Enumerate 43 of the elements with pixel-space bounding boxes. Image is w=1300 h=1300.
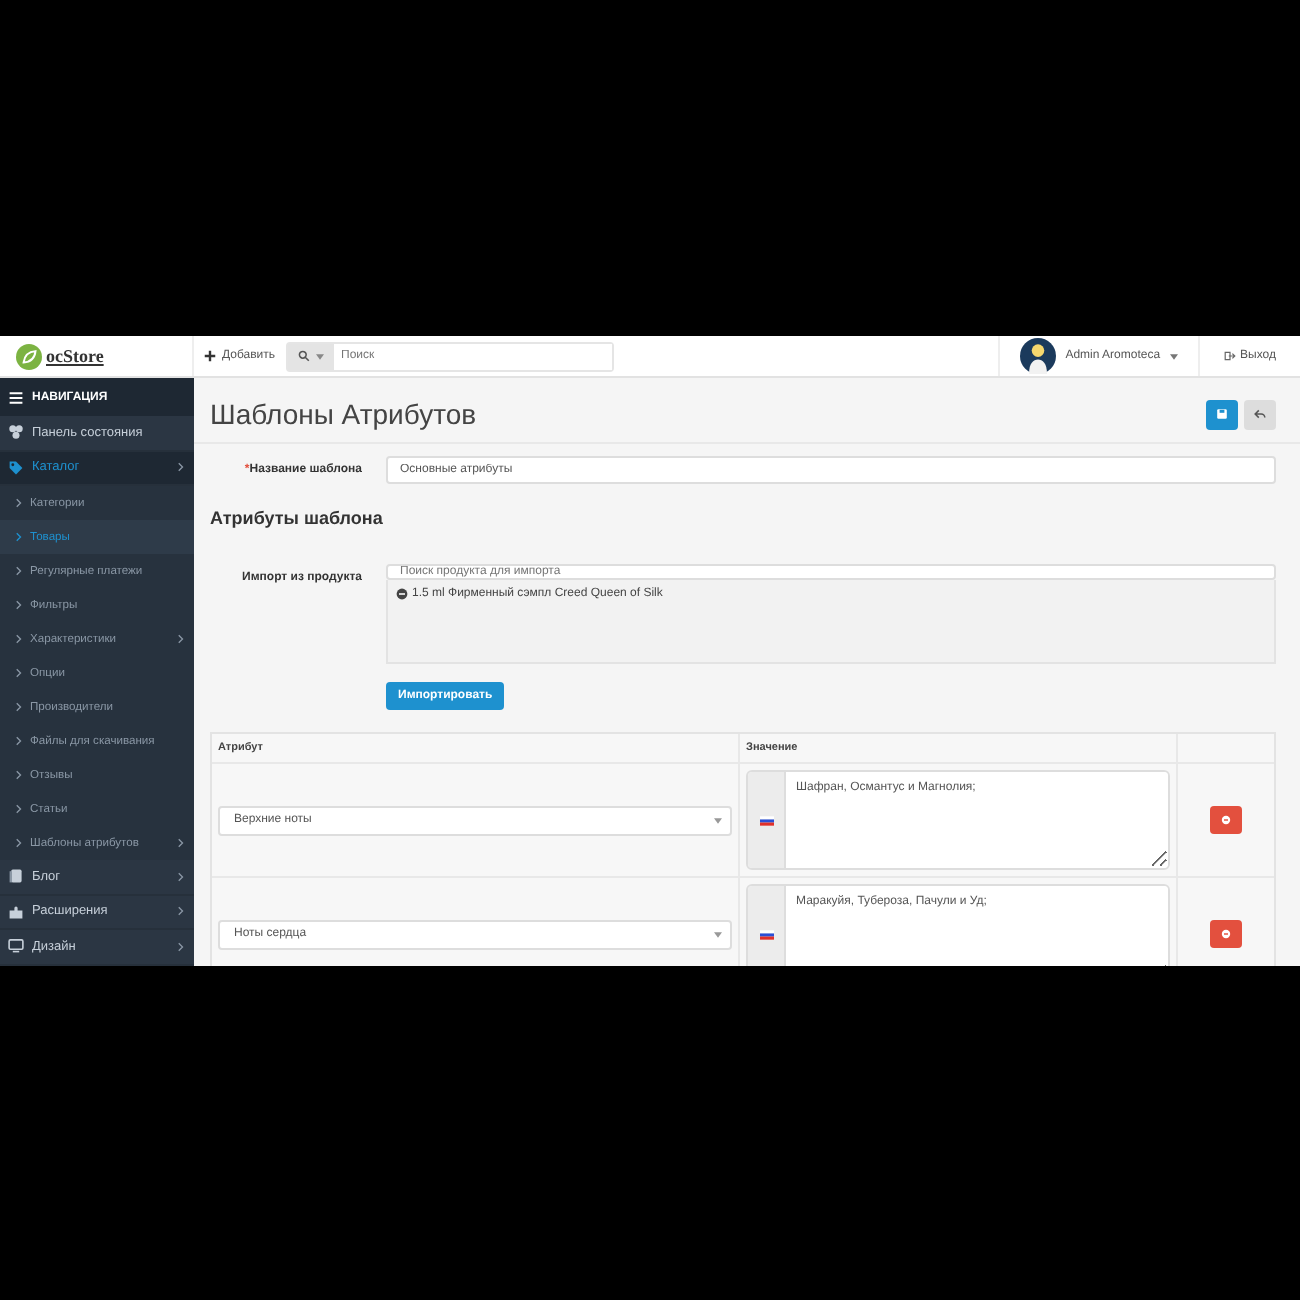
section-title: Атрибуты шаблона xyxy=(210,508,385,528)
logout-icon xyxy=(1224,350,1237,362)
chevron-icon xyxy=(16,838,22,848)
caret-icon xyxy=(315,353,324,359)
remove-button[interactable] xyxy=(1210,806,1242,834)
leaf-logo-icon xyxy=(16,343,42,369)
caret-icon xyxy=(714,817,722,823)
chevron-icon xyxy=(16,498,22,508)
chevron-icon xyxy=(16,532,22,542)
remove-button[interactable] xyxy=(1210,920,1242,948)
chevron-icon xyxy=(178,634,184,644)
dashboard-icon xyxy=(8,424,24,441)
chevron-icon xyxy=(16,804,22,814)
avatar-icon[interactable] xyxy=(1019,338,1056,374)
minus-circle-icon xyxy=(1220,928,1232,940)
caret-icon xyxy=(1170,353,1179,359)
chevron-icon xyxy=(16,736,22,746)
chevron-icon xyxy=(16,770,22,780)
chevron-icon xyxy=(16,566,22,576)
plus-icon xyxy=(204,350,216,362)
reply-icon xyxy=(1254,408,1266,420)
chevron-icon xyxy=(16,668,22,678)
chevron-icon xyxy=(16,702,22,712)
chevron-icon xyxy=(16,600,22,610)
chevron-icon xyxy=(178,941,184,952)
logo-text[interactable]: ocStore xyxy=(46,346,104,366)
caret-icon xyxy=(714,931,722,937)
chevron-icon xyxy=(178,838,184,848)
save-icon xyxy=(1216,408,1228,420)
chevron-icon xyxy=(178,462,184,473)
minus-circle-icon xyxy=(1220,814,1232,826)
chevron-icon xyxy=(178,906,184,917)
remove-icon[interactable] xyxy=(396,588,408,600)
save-button[interactable] xyxy=(1206,399,1238,429)
page-title: Шаблоны Атрибутов xyxy=(210,398,477,430)
menu-icon[interactable] xyxy=(8,389,24,405)
book-icon xyxy=(8,868,24,885)
chevron-icon xyxy=(16,634,22,644)
search-icon xyxy=(297,350,310,362)
chevron-icon xyxy=(178,871,184,882)
monitor-icon xyxy=(8,938,24,955)
tag-icon xyxy=(8,459,24,476)
back-button[interactable] xyxy=(1244,399,1276,429)
